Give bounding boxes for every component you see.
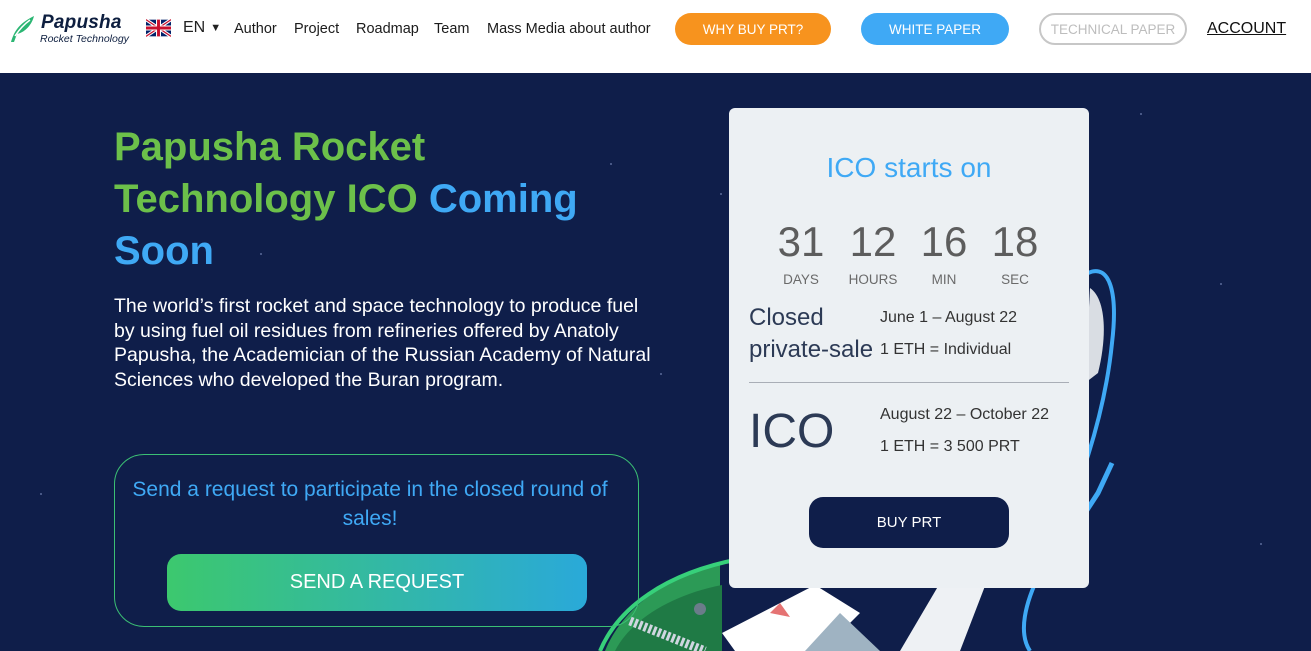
nav-project[interactable]: Project [294,21,339,37]
stage-ico-name: ICO [749,405,835,458]
stage-private-sale-name: Closed private-sale [749,302,873,366]
star-dot [720,193,722,195]
ico-card-title: ICO starts on [826,152,992,183]
countdown-sec: 18 SEC [980,218,1050,287]
countdown-label: DAYS [783,272,819,287]
stage-private-sale-dates: June 1 – August 22 [880,309,1017,326]
countdown-hours: 12 HOURS [838,218,908,287]
countdown-label: HOURS [848,272,898,287]
stage-divider [749,382,1069,383]
nav-team[interactable]: Team [434,21,469,37]
send-request-button[interactable]: SEND A REQUEST [167,554,587,611]
hero-title: Papusha Rocket Technology ICO Coming Soo… [114,121,634,277]
language-code: EN [183,19,206,36]
stage-ico-rate: 1 ETH = 3 500 PRT [880,438,1020,455]
countdown-value: 12 [849,218,897,265]
countdown-days: 31 DAYS [766,218,836,287]
why-buy-button[interactable]: WHY BUY PRT? [675,13,831,45]
hero-description: The world’s first rocket and space techn… [114,295,651,391]
countdown-value: 31 [777,218,825,265]
countdown-min: 16 MIN [909,218,979,287]
countdown-value: 18 [991,218,1039,265]
top-header: Papusha Rocket Technology EN ▼ Author Pr… [0,0,1311,73]
nav-author[interactable]: Author [234,21,277,37]
stage-ico-dates: August 22 – October 22 [880,406,1049,423]
stage-private-sale-rate: 1 ETH = Individual [880,341,1012,358]
technical-paper-button[interactable]: TECHNICAL PAPER [1039,13,1187,45]
logo-subtitle: Rocket Technology [40,33,129,45]
uk-flag-icon[interactable] [146,19,171,37]
language-selector[interactable]: EN ▼ [183,19,221,37]
nav-roadmap[interactable]: Roadmap [356,21,419,37]
account-link[interactable]: ACCOUNT [1207,20,1286,38]
request-box: Send a request to participate in the clo… [114,454,639,627]
logo[interactable]: Papusha Rocket Technology [8,12,138,48]
logo-name: Papusha [41,12,122,33]
stage-name-line: private-sale [749,336,874,363]
hero-title-green: Papusha Rocket Technology ICO [114,125,426,221]
nav-mass-media[interactable]: Mass Media about author [487,21,651,37]
countdown-label: SEC [1001,272,1029,287]
ico-card: ICO starts on 31 DAYS 12 HOURS 16 MIN 18… [729,108,1089,588]
caret-down-icon: ▼ [210,22,222,34]
request-text: Send a request to participate in the clo… [132,478,608,530]
feather-logo-icon [11,16,34,42]
countdown-label: MIN [931,272,957,287]
star-dot [40,493,42,495]
star-dot [1140,113,1142,115]
star-dot [1260,543,1262,545]
white-paper-button[interactable]: WHITE PAPER [861,13,1009,45]
star-dot [660,373,662,375]
countdown-value: 16 [920,218,968,265]
stage-name-line: Closed [749,304,824,331]
hero-section: Papusha Rocket Technology ICO Coming Soo… [0,73,1311,651]
buy-prt-button[interactable]: BUY PRT [809,497,1009,548]
star-dot [1220,283,1222,285]
